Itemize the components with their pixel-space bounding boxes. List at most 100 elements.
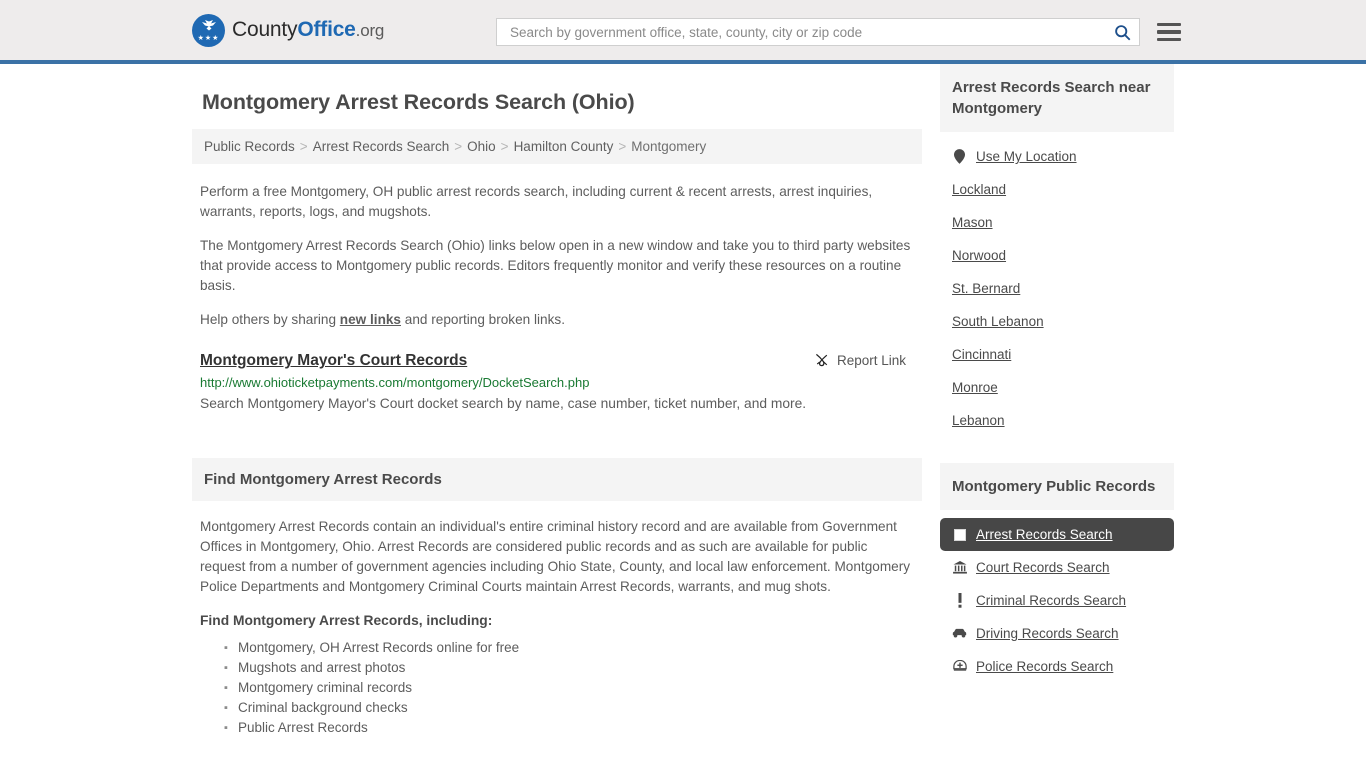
police-badge-glyph [952,659,967,671]
sidebar-public-records-card: Montgomery Public Records Arrest Records… [940,463,1174,683]
exclamation-icon [952,593,967,608]
courthouse-icon [952,561,967,574]
find-section-body: Montgomery Arrest Records contain an ind… [192,517,922,738]
breadcrumb-separator-1: > [299,139,308,154]
logo-text-suffix: .org [355,21,385,40]
hamburger-menu-icon[interactable] [1157,22,1181,42]
sidebar-item-driving-records-search[interactable]: Driving Records Search [940,617,1174,650]
sidebar-item-arrest-records-search[interactable]: Arrest Records Search [940,518,1174,551]
nearby-place-link[interactable]: Monroe [952,380,998,395]
courthouse-glyph [952,561,967,574]
broken-link-icon [815,353,828,367]
id-card-icon [952,528,967,541]
breadcrumb-separator-4: > [618,139,627,154]
nearby-place-link[interactable]: South Lebanon [952,314,1044,329]
nearby-place-link[interactable]: Cincinnati [952,347,1011,362]
nearby-place-link[interactable]: Lockland [952,182,1006,197]
main-content: Montgomery Arrest Records Search (Ohio) … [192,64,922,738]
logo-text-county: County [232,18,298,41]
new-links-link[interactable]: new links [340,312,401,327]
eagle-seal-icon: ★★★ [192,13,225,47]
report-link-button[interactable]: Report Link [814,352,914,368]
nearby-place-link[interactable]: Lebanon [952,413,1005,428]
intro-paragraph-2: The Montgomery Arrest Records Search (Oh… [200,238,911,293]
intro-paragraph-3: Help others by sharing new links and rep… [192,310,922,330]
intro-section: Perform a free Montgomery, OH public arr… [192,182,922,330]
sidebar-item-use-my-location[interactable]: Use My Location [940,140,1174,173]
sidebar: Arrest Records Search near Montgomery Us… [940,64,1174,738]
list-item: Montgomery criminal records [224,678,914,698]
page-container: Montgomery Arrest Records Search (Ohio) … [0,64,1366,738]
hamburger-bar-2 [1157,30,1181,34]
result-description: Search Montgomery Mayor's Court docket s… [200,396,807,411]
sidebar-public-records-list: Arrest Records Search Court Records Sear… [940,510,1174,683]
header-search-area [496,18,1181,46]
list-item: Criminal background checks [224,698,914,718]
intro-paragraph-3-suffix: and reporting broken links. [401,312,565,327]
public-record-link[interactable]: Arrest Records Search [976,527,1113,542]
search-icon [1114,24,1130,40]
result-item: Montgomery Mayor's Court Records Report … [192,352,922,413]
logo-text: CountyOffice.org [232,18,384,42]
sidebar-item-south-lebanon[interactable]: South Lebanon [940,305,1174,338]
site-logo[interactable]: ★★★ CountyOffice.org [192,13,384,47]
find-section-list: Montgomery, OH Arrest Records online for… [200,638,914,738]
sidebar-nearby-heading: Arrest Records Search near Montgomery [940,64,1174,132]
search-box[interactable] [496,18,1140,46]
public-record-link[interactable]: Criminal Records Search [976,593,1126,608]
public-record-link[interactable]: Court Records Search [976,560,1110,575]
map-pin-icon [952,149,967,164]
list-item: Mugshots and arrest photos [224,658,914,678]
result-header-row: Montgomery Mayor's Court Records Report … [200,352,914,370]
search-input[interactable] [508,19,1111,45]
logo-text-office: Office [297,18,356,41]
find-section-paragraph: Montgomery Arrest Records contain an ind… [200,519,911,594]
sidebar-item-norwood[interactable]: Norwood [940,239,1174,272]
find-section-heading: Find Montgomery Arrest Records [192,458,922,501]
sidebar-item-lebanon[interactable]: Lebanon [940,404,1174,437]
sidebar-public-records-heading: Montgomery Public Records [940,463,1174,510]
sidebar-item-cincinnati[interactable]: Cincinnati [940,338,1174,371]
nearby-place-link[interactable]: Mason [952,215,993,230]
breadcrumb-item-ohio[interactable]: Ohio [467,139,496,154]
sidebar-item-court-records-search[interactable]: Court Records Search [940,551,1174,584]
breadcrumb-item-montgomery: Montgomery [631,139,707,154]
use-my-location-link[interactable]: Use My Location [976,149,1077,164]
breadcrumb-separator-3: > [500,139,509,154]
intro-paragraph-3-prefix: Help others by sharing [200,312,340,327]
hamburger-bar-3 [1157,37,1181,42]
sidebar-item-lockland[interactable]: Lockland [940,173,1174,206]
sidebar-item-st-bernard[interactable]: St. Bernard [940,272,1174,305]
search-button[interactable] [1111,21,1133,43]
id-card-glyph [953,528,966,541]
sidebar-item-mason[interactable]: Mason [940,206,1174,239]
find-section-list-heading: Find Montgomery Arrest Records, includin… [200,613,493,628]
breadcrumb-item-hamilton-county[interactable]: Hamilton County [514,139,614,154]
result-url[interactable]: http://www.ohioticketpayments.com/montgo… [200,375,914,390]
stars-glyph: ★★★ [197,34,220,42]
hamburger-bar-1 [1157,22,1181,27]
breadcrumb: Public Records > Arrest Records Search > Ohi… [192,129,922,164]
police-badge-icon [952,659,967,674]
public-record-link[interactable]: Driving Records Search [976,626,1119,641]
page-title: Montgomery Arrest Records Search (Ohio) [202,90,635,114]
report-link-label: Report Link [836,352,906,368]
intro-paragraph-1: Perform a free Montgomery, OH public arr… [200,184,873,219]
list-item: Montgomery, OH Arrest Records online for… [224,638,914,658]
eagle-glyph [201,19,216,30]
breadcrumb-item-arrest-records-search[interactable]: Arrest Records Search [313,139,450,154]
sidebar-item-police-records-search[interactable]: Police Records Search [940,650,1174,683]
nearby-place-link[interactable]: St. Bernard [952,281,1020,296]
exclamation-glyph [958,593,961,608]
sidebar-nearby-list: Use My Location Lockland Mason Norwood S… [940,132,1174,437]
sidebar-item-monroe[interactable]: Monroe [940,371,1174,404]
list-item: Public Arrest Records [224,718,914,738]
nearby-place-link[interactable]: Norwood [952,248,1006,263]
public-record-link[interactable]: Police Records Search [976,659,1113,674]
car-glyph [952,628,967,638]
sidebar-item-criminal-records-search[interactable]: Criminal Records Search [940,584,1174,617]
breadcrumb-item-public-records[interactable]: Public Records [204,139,295,154]
result-title-link[interactable]: Montgomery Mayor's Court Records [200,352,467,370]
breadcrumb-separator-2: > [454,139,463,154]
map-pin-glyph [954,149,965,164]
